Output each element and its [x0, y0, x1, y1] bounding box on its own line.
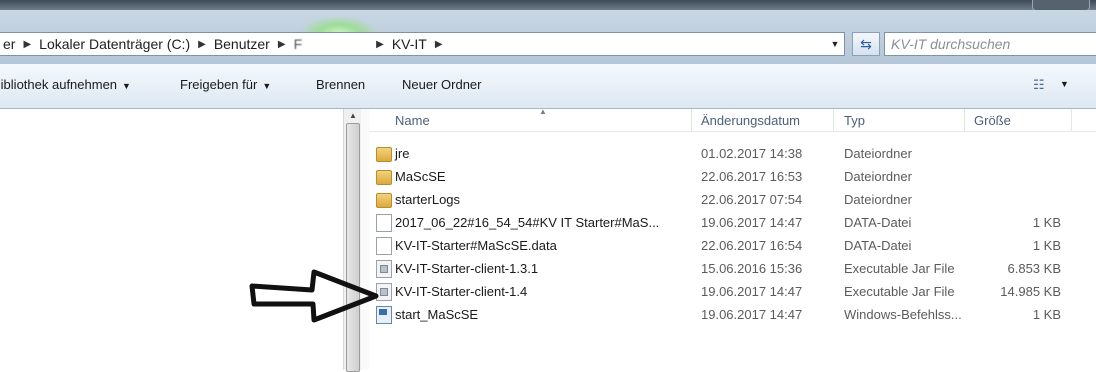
- scroll-up-icon[interactable]: ▲: [344, 111, 362, 120]
- chevron-right-icon[interactable]: ▶: [193, 39, 211, 50]
- annotation-arrow-icon: [249, 269, 379, 323]
- breadcrumb-local-disk[interactable]: Lokaler Datenträger (C:): [36, 36, 193, 52]
- file-size: 6.853 KB: [1007, 261, 1062, 276]
- file-date: 01.02.2017 14:38: [701, 146, 803, 161]
- file-name: KV-IT-Starter-client-1.3.1: [395, 261, 539, 276]
- file-date: 22.06.2017 07:54: [701, 192, 803, 207]
- file-type: Dateiordner: [844, 192, 912, 207]
- file-date: 22.06.2017 16:53: [701, 169, 803, 184]
- file-type: DATA-Datei: [844, 215, 912, 230]
- file-type: Dateiordner: [844, 169, 912, 184]
- refresh-icon: ⇆: [860, 35, 872, 52]
- share-with-label: Freigeben für: [180, 77, 258, 92]
- address-bar-row: er ▶ Lokaler Datenträger (C:) ▶ Benutzer…: [0, 10, 1096, 64]
- file-name: KV-IT-Starter-client-1.4: [395, 284, 528, 299]
- file-size: 14.985 KB: [1000, 284, 1061, 299]
- list-item[interactable]: starterLogs 22.06.2017 07:54 Dateiordner: [369, 188, 1096, 212]
- folder-icon: [376, 170, 392, 185]
- file-size: 1 KB: [1032, 307, 1061, 322]
- address-bar[interactable]: er ▶ Lokaler Datenträger (C:) ▶ Benutzer…: [0, 32, 845, 56]
- file-name: 2017_06_22#16_54_54#KV IT Starter#MaS...: [395, 215, 660, 230]
- file-date: 19.06.2017 14:47: [701, 215, 803, 230]
- file-type: Executable Jar File: [844, 261, 955, 276]
- breadcrumb-user-folder[interactable]: F: [291, 36, 306, 52]
- include-in-library-button[interactable]: Bibliothek aufnehmen ▼: [0, 77, 131, 92]
- file-date: 15.06.2016 15:36: [701, 261, 803, 276]
- sort-ascending-icon: ▲: [539, 107, 547, 116]
- scrollbar-thumb[interactable]: [346, 123, 360, 372]
- breadcrumb-computer[interactable]: er: [0, 36, 18, 52]
- column-divider[interactable]: [964, 109, 965, 131]
- list-item[interactable]: KV-IT-Starter#MaScSE.data 22.06.2017 16:…: [369, 234, 1096, 258]
- file-name: KV-IT-Starter#MaScSE.data: [395, 238, 557, 253]
- search-input[interactable]: KV-IT durchsuchen: [884, 32, 1096, 56]
- file-date: 19.06.2017 14:47: [701, 307, 803, 322]
- file-name: starterLogs: [395, 192, 461, 207]
- column-divider[interactable]: [1071, 109, 1072, 131]
- folder-icon: [376, 147, 392, 162]
- chevron-right-icon[interactable]: ▶: [273, 39, 291, 50]
- file-type: Windows-Befehlss...: [844, 307, 962, 322]
- view-options-icon[interactable]: ☷: [1033, 77, 1045, 93]
- list-item[interactable]: 2017_06_22#16_54_54#KV IT Starter#MaS...…: [369, 211, 1096, 235]
- command-toolbar: Bibliothek aufnehmen ▼ Freigeben für ▼ Bre…: [0, 64, 1096, 109]
- file-name: jre: [395, 146, 410, 161]
- chevron-down-icon: ▼: [262, 81, 272, 91]
- file-icon: [376, 237, 392, 255]
- column-header: Name ▲ Änderungsdatum Typ Größe: [369, 107, 1096, 132]
- column-divider[interactable]: [691, 109, 692, 131]
- refresh-button[interactable]: ⇆: [852, 32, 880, 56]
- file-type: Dateiordner: [844, 146, 912, 161]
- folder-icon: [376, 193, 392, 208]
- navigation-scrollbar[interactable]: ▲: [343, 109, 362, 372]
- column-type-header[interactable]: Typ: [844, 113, 865, 128]
- file-type: DATA-Datei: [844, 238, 912, 253]
- list-item[interactable]: start_MaScSE 19.06.2017 14:47 Windows-Be…: [369, 303, 1096, 327]
- file-type: Executable Jar File: [844, 284, 955, 299]
- column-size-header[interactable]: Größe: [974, 113, 1011, 128]
- chevron-down-icon: ▼: [122, 81, 131, 91]
- list-item[interactable]: KV-IT-Starter-client-1.3.1 15.06.2016 15…: [369, 257, 1096, 281]
- list-item[interactable]: MaScSE 22.06.2017 16:53 Dateiordner: [369, 165, 1096, 189]
- share-with-button[interactable]: Freigeben für ▼: [180, 77, 271, 92]
- file-size: 1 KB: [1032, 238, 1061, 253]
- file-date: 22.06.2017 16:54: [701, 238, 803, 253]
- chevron-down-icon[interactable]: ▼: [826, 39, 844, 49]
- file-name: start_MaScSE: [395, 307, 479, 322]
- breadcrumb-kv-it[interactable]: KV-IT: [389, 36, 430, 52]
- column-date-header[interactable]: Änderungsdatum: [701, 113, 800, 128]
- window-title-strip: [0, 0, 1096, 11]
- file-size: 1 KB: [1032, 215, 1061, 230]
- chevron-right-icon[interactable]: ▶: [18, 39, 36, 50]
- list-item[interactable]: KV-IT-Starter-client-1.4 19.06.2017 14:4…: [369, 280, 1096, 304]
- file-icon: [376, 214, 392, 232]
- pane-splitter[interactable]: [361, 109, 369, 370]
- file-name: MaScSE: [395, 169, 446, 184]
- include-in-library-label: Bibliothek aufnehmen: [0, 77, 118, 92]
- burn-button[interactable]: Brennen: [316, 77, 365, 92]
- list-item[interactable]: jre 01.02.2017 14:38 Dateiordner: [369, 142, 1096, 166]
- breadcrumb-users[interactable]: Benutzer: [211, 36, 273, 52]
- column-divider[interactable]: [833, 109, 834, 131]
- navigation-pane[interactable]: [0, 109, 343, 370]
- chevron-down-icon[interactable]: ▼: [1060, 79, 1069, 89]
- chevron-right-icon[interactable]: ▶: [430, 39, 448, 50]
- column-name-header[interactable]: Name: [395, 113, 430, 128]
- file-date: 19.06.2017 14:47: [701, 284, 803, 299]
- chevron-right-icon[interactable]: ▶: [371, 39, 389, 50]
- new-folder-button[interactable]: Neuer Ordner: [402, 77, 481, 92]
